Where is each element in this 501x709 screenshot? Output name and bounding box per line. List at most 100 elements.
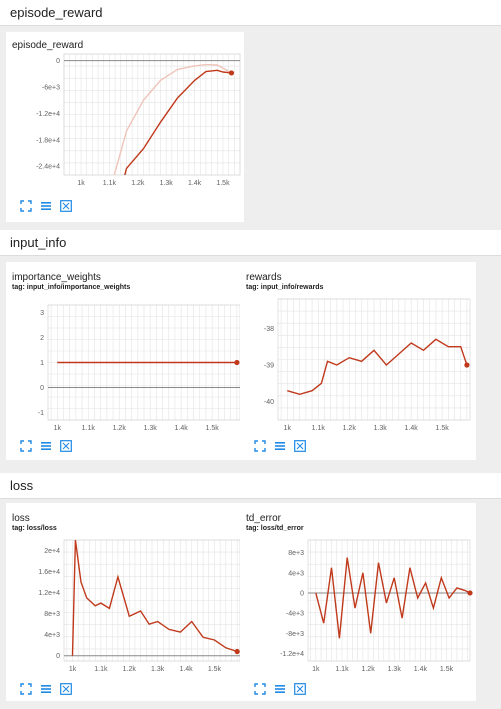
fit-domain-icon xyxy=(294,683,306,695)
fit-domain-icon xyxy=(60,440,72,452)
series-line xyxy=(315,557,470,639)
x-tick-label: 1.5k xyxy=(436,425,450,432)
list-icon xyxy=(40,683,52,695)
y-tick-label: 1.6e+4 xyxy=(38,569,60,576)
list-button[interactable] xyxy=(40,683,52,695)
chart-importance-weights[interactable]: 1k 1.1k 1.2k 1.3k 1.4k 1.5k 3 2 1 0 -1 xyxy=(6,262,244,440)
fullscreen-button[interactable] xyxy=(20,200,32,212)
fullscreen-button[interactable] xyxy=(20,683,32,695)
chart-rewards[interactable]: 1k 1.1k 1.2k 1.3k 1.4k 1.5k -38 -39 -40 xyxy=(240,262,476,440)
x-tick-label: 1.1k xyxy=(103,180,117,187)
chart-toolbar xyxy=(20,683,72,695)
fullscreen-icon xyxy=(20,683,32,695)
fit-domain-icon xyxy=(294,440,306,452)
y-tick-label: -38 xyxy=(264,326,274,333)
x-tick-label: 1k xyxy=(69,666,77,673)
series-endpoint xyxy=(228,70,235,76)
y-tick-label: 2e+4 xyxy=(44,548,60,555)
section-title: loss xyxy=(10,478,34,493)
x-tick-label: 1.4k xyxy=(175,425,189,432)
chart-card-loss: loss tag: loss/loss 1k 1.1k 1.2k 1.3k 1.4k 1.… xyxy=(6,503,244,701)
section-header-episode-reward[interactable]: episode_reward xyxy=(0,0,501,26)
x-tick-label: 1.4k xyxy=(188,180,202,187)
list-icon xyxy=(274,683,286,695)
fullscreen-icon xyxy=(20,440,32,452)
series-endpoint xyxy=(234,648,240,655)
x-tick-label: 1k xyxy=(77,180,85,187)
x-tick-label: 1.3k xyxy=(388,666,402,673)
y-tick-label: -39 xyxy=(264,363,274,370)
y-tick-label: -1.2e+4 xyxy=(36,111,60,118)
x-tick-label: 1.2k xyxy=(343,425,357,432)
fullscreen-button[interactable] xyxy=(254,440,266,452)
y-tick-label: -1.2e+4 xyxy=(280,651,304,658)
fullscreen-icon xyxy=(254,683,266,695)
x-tick-label: 1.5k xyxy=(208,666,222,673)
y-tick-label: -4e+3 xyxy=(286,611,304,618)
x-tick-label: 1.2k xyxy=(131,180,145,187)
section-header-input-info[interactable]: input_info xyxy=(0,230,501,256)
list-icon xyxy=(40,440,52,452)
chart-card-td-error: td_error tag: loss/td_error 1k 1.1k 1.2k 1.… xyxy=(240,503,476,701)
list-icon xyxy=(274,440,286,452)
x-tick-label: 1.2k xyxy=(123,666,137,673)
section-header-loss[interactable]: loss xyxy=(0,473,501,499)
chart-loss[interactable]: 1k 1.1k 1.2k 1.3k 1.4k 1.5k 2e+4 1.6e+4 1.2e+4 8e… xyxy=(6,503,244,681)
list-button[interactable] xyxy=(274,683,286,695)
x-tick-label: 1.4k xyxy=(179,666,193,673)
fit-domain-button[interactable] xyxy=(294,683,306,695)
chart-toolbar xyxy=(20,440,72,452)
y-tick-label: 1.2e+4 xyxy=(38,590,60,597)
x-tick-label: 1.3k xyxy=(374,425,388,432)
series-endpoint xyxy=(467,590,473,596)
x-tick-label: 1k xyxy=(284,425,292,432)
y-tick-label: 3 xyxy=(40,310,44,317)
fullscreen-icon xyxy=(254,440,266,452)
chart-toolbar xyxy=(254,440,306,452)
section-title: input_info xyxy=(10,235,67,250)
chart-toolbar xyxy=(254,683,306,695)
x-tick-label: 1.1k xyxy=(82,425,96,432)
x-tick-label: 1.3k xyxy=(144,425,158,432)
series-endpoint xyxy=(464,362,470,368)
fit-domain-button[interactable] xyxy=(60,683,72,695)
chart-card-episode-reward: episode_reward 1k 1.1k 1.2k 1.3k 1.4k 1.5k 0 -6… xyxy=(6,32,244,222)
y-tick-label: 2 xyxy=(40,335,44,342)
list-button[interactable] xyxy=(40,200,52,212)
x-tick-label: 1.2k xyxy=(113,425,127,432)
section-title: episode_reward xyxy=(10,5,103,20)
fullscreen-button[interactable] xyxy=(20,440,32,452)
chart-episode-reward[interactable]: 1k 1.1k 1.2k 1.3k 1.4k 1.5k 0 -6e+3 -1.2e+4 -1.8e… xyxy=(6,32,244,200)
y-tick-label: 8e+3 xyxy=(288,550,304,557)
fit-domain-button[interactable] xyxy=(294,440,306,452)
fullscreen-button[interactable] xyxy=(254,683,266,695)
x-tick-label: 1k xyxy=(54,425,62,432)
x-tick-label: 1.5k xyxy=(216,180,230,187)
x-tick-label: 1.5k xyxy=(206,425,220,432)
fit-domain-button[interactable] xyxy=(60,200,72,212)
x-tick-label: 1.5k xyxy=(440,666,454,673)
fit-domain-icon xyxy=(60,200,72,212)
list-icon xyxy=(40,200,52,212)
y-tick-label: 4e+3 xyxy=(44,632,60,639)
list-button[interactable] xyxy=(40,440,52,452)
chart-td-error[interactable]: 1k 1.1k 1.2k 1.3k 1.4k 1.5k 8e+3 4e+3 0 -4e+3 -8e+… xyxy=(240,503,476,681)
x-tick-label: 1.1k xyxy=(312,425,326,432)
x-tick-label: 1.1k xyxy=(94,666,108,673)
y-tick-label: -6e+3 xyxy=(42,85,60,92)
y-tick-label: 0 xyxy=(40,385,44,392)
y-tick-label: 1 xyxy=(40,360,44,367)
series-line xyxy=(71,540,238,656)
x-tick-label: 1.3k xyxy=(160,180,174,187)
x-tick-label: 1.4k xyxy=(414,666,428,673)
y-tick-label: 0 xyxy=(300,590,304,597)
fit-domain-icon xyxy=(60,683,72,695)
plot-area xyxy=(71,540,238,656)
series-endpoint xyxy=(234,359,240,366)
x-tick-label: 1.2k xyxy=(361,666,375,673)
list-button[interactable] xyxy=(274,440,286,452)
x-tick-label: 1k xyxy=(312,666,320,673)
y-tick-label: 8e+3 xyxy=(44,611,60,618)
fit-domain-button[interactable] xyxy=(60,440,72,452)
y-tick-label: 4e+3 xyxy=(288,570,304,577)
